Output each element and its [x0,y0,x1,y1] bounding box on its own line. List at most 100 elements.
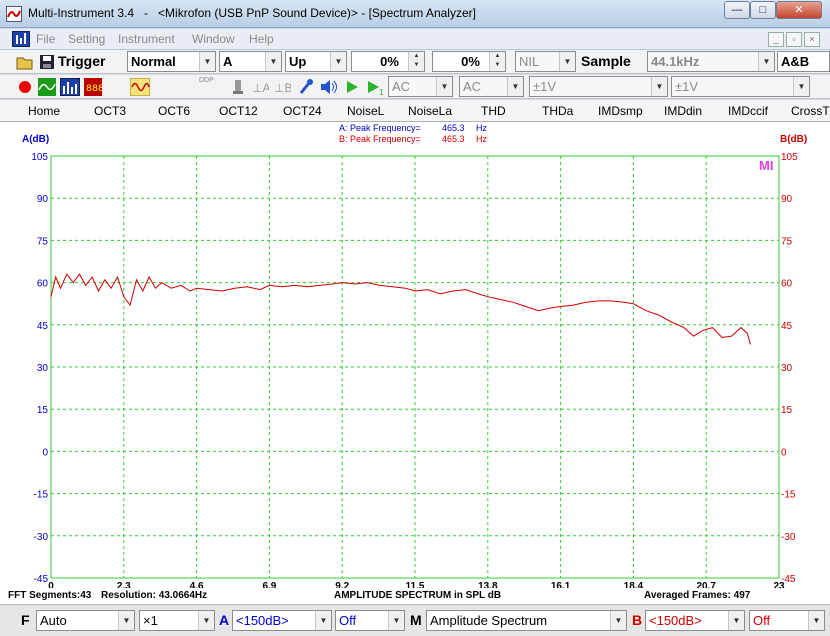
oscilloscope-icon[interactable] [38,78,56,96]
spin-arrows-icon[interactable]: ▲ ▼ [489,52,505,71]
minimize-button[interactable]: — [724,1,750,19]
peak-b-value: 465.3 [442,134,465,144]
menu-instrument[interactable]: Instrument [118,32,175,46]
signal-generator-icon[interactable] [129,77,151,97]
tab-oct24[interactable]: OCT24 [283,104,322,118]
channel-mode-select[interactable]: A&B [777,51,830,72]
tab-oct12[interactable]: OCT12 [219,104,258,118]
tab-thd[interactable]: THD [481,104,506,118]
zoom-factor-select[interactable]: ×1 ▼ [139,610,215,631]
open-folder-icon[interactable] [16,53,34,71]
mode-tab-bar: Home OCT3 OCT6 OCT12 OCT24 NoiseL NoiseL… [0,100,830,122]
chevron-down-icon: ▼ [265,52,281,71]
calibrate-icon[interactable] [297,78,315,96]
play-once-icon[interactable]: 1 [365,78,384,97]
play-icon[interactable] [343,78,361,96]
trigger-mode-value: Normal [131,54,176,69]
tab-crosst[interactable]: CrossT [791,104,830,118]
menu-file[interactable]: File [36,32,55,46]
range-b-select[interactable]: ±1V ▼ [671,76,810,97]
menu-help[interactable]: Help [249,32,274,46]
svg-text:888: 888 [86,84,102,95]
f-label: F [21,612,30,628]
bottom-control-bar: F Auto ▼ ×1 ▼ A <150dB> ▼ Off ▼ M Amplitude … [0,604,830,636]
mdi-restore-button[interactable]: ▫ [786,32,802,47]
speaker-icon[interactable] [319,78,337,96]
sample-label: Sample [581,53,631,69]
menu-window[interactable]: Window [192,32,235,46]
main-toolbar: Trigger Normal ▼ A ▼ Up ▼ 0% ▲ ▼ 0% ▲ ▼ NIL ▼ Sa… [0,50,830,74]
b-range-select[interactable]: <150dB> ▼ [645,610,745,631]
y-tick-label-left: -15 [34,490,49,501]
close-button[interactable]: ✕ [776,1,822,19]
measurement-mode-value: Amplitude Spectrum [430,613,548,628]
a-off-select[interactable]: Off ▼ [335,610,405,631]
pre-trigger-value: 0% [461,54,480,69]
frequency-axis-select[interactable]: Auto ▼ [36,610,135,631]
ddp-label: DDP [199,77,214,84]
channel-mode-value: A&B [781,54,810,69]
chevron-down-icon: ▼ [728,611,744,630]
tab-imdccif[interactable]: IMDccif [728,104,768,118]
y-tick-label-right: 105 [781,152,798,163]
tab-imddin[interactable]: IMDdin [664,104,702,118]
range-a-select[interactable]: ±1V ▼ [529,76,668,97]
sample-rate-select[interactable]: 44.1kHz ▼ [647,51,775,72]
mdi-close-button[interactable]: × [804,32,820,47]
peak-a-unit: Hz [476,123,487,133]
fft-segments-text: FFT Segments:43 [8,590,92,601]
a-off-value: Off [339,613,357,628]
a-range-select[interactable]: <150dB> ▼ [232,610,332,631]
multimeter-icon[interactable]: 888 [84,78,104,96]
y-tick-label-left: 105 [31,152,48,163]
chevron-down-icon: ▼ [315,611,331,630]
spin-arrows-icon[interactable]: ▲ ▼ [408,52,424,71]
spectrum-icon[interactable] [59,77,81,97]
coupling-b-value: AC [463,79,482,94]
range-a-value: ±1V [533,79,557,94]
y-tick-label-left: 15 [37,405,49,416]
y-tick-label-left: 0 [42,447,48,458]
nil-select[interactable]: NIL ▼ [515,51,576,72]
menu-setting[interactable]: Setting [68,32,105,46]
tab-home[interactable]: Home [28,104,60,118]
mdi-minimize-button[interactable]: _ [768,32,784,47]
maximize-button[interactable]: □ [750,1,776,19]
record-icon[interactable] [16,78,34,96]
probe-a-icon[interactable]: ⊥A [251,78,270,96]
y-tick-label-left: 45 [37,321,49,332]
probe-icon[interactable] [229,78,247,96]
coupling-a-select[interactable]: AC ▼ [388,76,453,97]
y-tick-label-right: -30 [781,532,796,543]
trigger-mode-select[interactable]: Normal ▼ [127,51,216,72]
y-tick-label-right: 15 [781,405,793,416]
y-tick-label-left: 75 [37,236,49,247]
pre-trigger-spinner[interactable]: 0% ▲ ▼ [432,51,506,72]
y-tick-label-left: 30 [37,363,49,374]
svg-text:⊥B: ⊥B [274,81,291,95]
chevron-down-icon: ▼ [610,611,626,630]
tab-thda[interactable]: THDa [542,104,573,118]
trigger-level-spinner[interactable]: 0% ▲ ▼ [351,51,425,72]
tab-noisela[interactable]: NoiseLa [408,104,452,118]
tab-noisel[interactable]: NoiseL [347,104,384,118]
tab-imdsmp[interactable]: IMDsmp [598,104,643,118]
resolution-text: Resolution: 43.0664Hz [101,590,208,601]
save-icon[interactable] [38,53,56,71]
spectrum-chart[interactable]: 0 2.3 4.6 6.9 9.2 11.5 13.8 16.1 18.4 20.7 23105 10… [0,122,830,604]
y-tick-label-left: 90 [37,194,49,205]
probe-b-icon[interactable]: ⊥B [273,78,292,96]
mi-logo: MI [759,158,773,173]
instrument-toolbar: 888 DDP ⊥A ⊥B 1 AC ▼ AC ▼ ±1V ▼ ±1V ▼ [0,75,830,99]
tab-oct6[interactable]: OCT6 [158,104,190,118]
spectrum-plot[interactable]: 0 2.3 4.6 6.9 9.2 11.5 13.8 16.1 18.4 20.7 23 105 10… [0,122,830,604]
y-tick-label-left: 60 [37,279,49,290]
coupling-b-select[interactable]: AC ▼ [459,76,524,97]
tab-oct3[interactable]: OCT3 [94,104,126,118]
coupling-a-value: AC [392,79,411,94]
b-off-select[interactable]: Off ▼ [749,610,825,631]
svg-text:1: 1 [379,88,384,96]
measurement-mode-select[interactable]: Amplitude Spectrum ▼ [426,610,627,631]
trigger-edge-select[interactable]: Up ▼ [285,51,347,72]
trigger-channel-select[interactable]: A ▼ [219,51,282,72]
